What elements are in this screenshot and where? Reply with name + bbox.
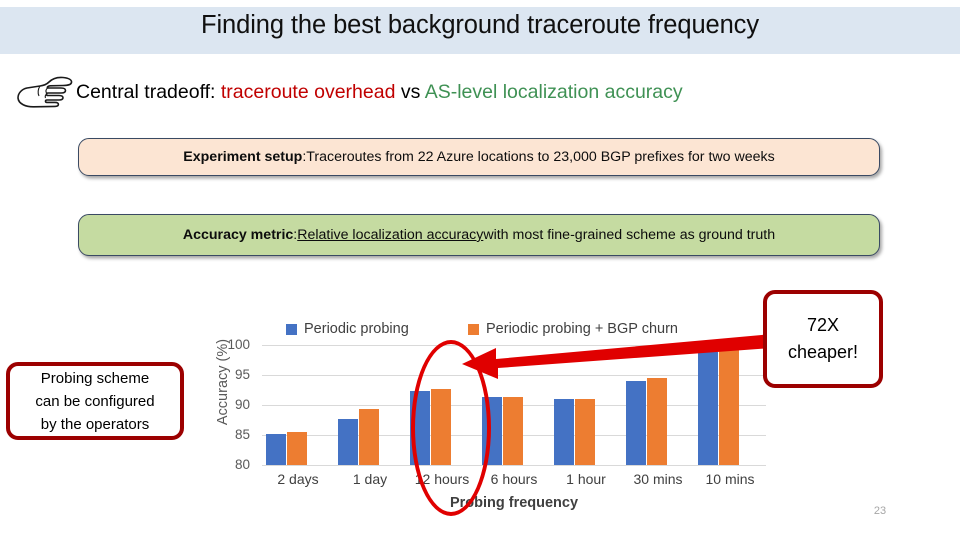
x-axis-label: Probing frequency: [449, 495, 579, 511]
bar-group: [334, 345, 406, 465]
pointing-hand-icon: [17, 76, 73, 108]
bar-orange: [359, 409, 379, 465]
bullet-row: Central tradeoff: traceroute overhead vs…: [8, 76, 952, 112]
bullet-emphasis-overhead: traceroute overhead: [220, 81, 396, 103]
probing-line-2: can be configured: [35, 392, 155, 410]
x-axis-tick: 2 days: [277, 471, 319, 487]
callout-experiment-body: Traceroutes from 22 Azure locations to 2…: [306, 149, 775, 165]
bar-orange: [575, 399, 595, 465]
page-title: Finding the best background traceroute f…: [201, 11, 759, 39]
y-axis-tick: 80: [234, 457, 250, 472]
page-number: 23: [873, 505, 887, 517]
x-axis-tick: 1 hour: [566, 471, 606, 487]
callout-accuracy-underlined: Relative localization accuracy: [297, 227, 484, 243]
slide-canvas: Finding the best background traceroute f…: [0, 0, 960, 540]
callout-accuracy-label: Accuracy metric:: [182, 227, 298, 243]
probing-line-1: Probing scheme: [40, 369, 150, 387]
bar-orange: [647, 378, 667, 465]
bar-blue: [554, 399, 574, 465]
callout-experiment-setup: Experiment setup: Traceroutes from 22 Az…: [78, 138, 880, 176]
cheaper-line-2: cheaper!: [787, 342, 859, 362]
bullet-lead: Central tradeoff:: [76, 81, 221, 103]
x-axis-tick: 30 mins: [633, 471, 683, 487]
callout-accuracy-metric: Accuracy metric: Relative localization a…: [78, 214, 880, 256]
bar-blue: [626, 381, 646, 465]
bar-orange: [287, 432, 307, 465]
gridline: [262, 465, 766, 466]
bullet-emphasis-accuracy: AS-level localization accuracy: [424, 81, 683, 103]
legend-label-0: Periodic probing: [304, 321, 409, 337]
probing-line-3: by the operators: [40, 415, 150, 433]
callout-accuracy-rest: with most fine-grained scheme as ground …: [483, 227, 776, 243]
callout-experiment-label: Experiment setup:: [183, 149, 307, 165]
cheaper-callout-box: 72X cheaper!: [763, 290, 883, 388]
bar-blue: [338, 418, 358, 465]
probing-scheme-callout-box: Probing scheme can be configured by the …: [6, 362, 184, 440]
y-axis-label: Accuracy (%): [215, 338, 231, 426]
bullet-connector: vs: [395, 81, 425, 103]
x-axis-tick: 1 day: [352, 471, 388, 487]
red-arrow-icon: [462, 334, 772, 379]
legend-entry-periodic-probing: Periodic probing: [286, 321, 409, 337]
bar-orange: [503, 396, 523, 465]
legend-swatch-blue: [286, 323, 297, 335]
bar-group: [262, 345, 334, 465]
x-axis-tick: 6 hours: [490, 471, 538, 487]
bullet-text: Central tradeoff: traceroute overhead vs…: [76, 81, 683, 104]
bar-blue: [266, 433, 286, 465]
x-axis-tick: 10 mins: [705, 471, 755, 487]
cheaper-line-1: 72X: [806, 315, 840, 335]
